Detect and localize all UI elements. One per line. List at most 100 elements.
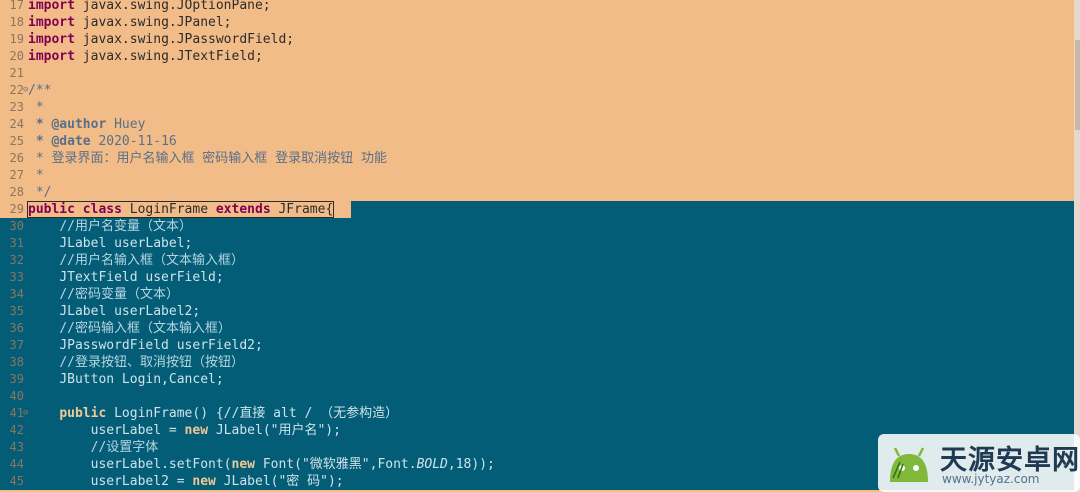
code-line[interactable]: 40	[0, 388, 1076, 405]
code-text: * @author Huey	[28, 116, 146, 133]
keyword-import: import	[28, 49, 75, 64]
code-line[interactable]: 24 * @author Huey	[0, 116, 1076, 133]
line-number: 29	[9, 202, 24, 216]
code-line[interactable]: 35 JLabel userLabel2;	[0, 303, 1076, 320]
line-number: 21	[9, 66, 24, 80]
code-text: //用户名变量（文本）	[28, 218, 192, 235]
font-constant: BOLD	[416, 457, 448, 472]
keyword-class: class	[82, 202, 122, 217]
code-text: JPasswordField userField2;	[28, 337, 263, 354]
import-path: javax.swing.JTextField;	[82, 49, 263, 64]
code-text: import javax.swing.JOptionPane;	[28, 0, 271, 14]
code-line[interactable]: 22 ⊖/**	[0, 82, 1076, 99]
code-line[interactable]: 34 //密码变量（文本）	[0, 286, 1076, 303]
line-number: 38	[9, 355, 24, 369]
font-args-end: ,18));	[447, 457, 495, 472]
javadoc-tag: * @date	[28, 134, 91, 149]
code-text: //密码输入框（文本输入框）	[28, 320, 231, 337]
superclass-name: JFrame{	[270, 202, 334, 217]
line-number: 41	[9, 406, 24, 420]
code-text: import javax.swing.JPanel;	[28, 14, 232, 31]
line-number: 28	[9, 185, 24, 199]
code-line[interactable]: 17 import javax.swing.JOptionPane;	[0, 0, 1076, 14]
code-text: *	[28, 167, 44, 184]
code-text: //登录按钮、取消按钮（按钮）	[28, 354, 244, 371]
line-number: 25	[9, 134, 24, 148]
import-path: javax.swing.JPasswordField;	[82, 32, 295, 47]
javadoc-text: */	[28, 185, 52, 200]
code-text: import javax.swing.JPasswordField;	[28, 31, 294, 48]
keyword-public: public	[59, 406, 107, 421]
watermark: 天源安卓网 www.jytyaz.com	[878, 434, 1080, 492]
javadoc-text: /**	[28, 83, 52, 98]
code-line[interactable]: 39 JButton Login,Cancel;	[0, 371, 1076, 388]
code-line[interactable]: 33 JTextField userField;	[0, 269, 1076, 286]
line-number: 32	[9, 253, 24, 267]
code-text: import javax.swing.JTextField;	[28, 48, 263, 65]
code-text: JTextField userField;	[28, 269, 223, 286]
code-line[interactable]: 23 *	[0, 99, 1076, 116]
line-number: 40	[9, 389, 24, 403]
line-number: 26	[9, 151, 24, 165]
code-text: JLabel userLabel2;	[28, 303, 200, 320]
code-line[interactable]: 18 import javax.swing.JPanel;	[0, 14, 1076, 31]
code-text: //设置字体	[28, 439, 159, 456]
keyword-extends: extends	[215, 202, 271, 217]
code-line[interactable]: 41 ⊖ public LoginFrame() {//直接 alt / （无参构…	[0, 405, 1076, 422]
line-number: 30	[9, 219, 24, 233]
javadoc-text: 2020-11-16	[90, 134, 177, 149]
import-path: javax.swing.JOptionPane;	[82, 0, 271, 13]
keyword-import: import	[28, 32, 75, 47]
code-line[interactable]: 26 * 登录界面：用户名输入框 密码输入框 登录取消按钮 功能	[0, 150, 1076, 167]
code-line[interactable]: 21	[0, 65, 1076, 82]
selected-class-declaration: public class LoginFrame extends JFrame{	[26, 201, 335, 218]
method-call: userLabel.setFont(	[90, 457, 232, 472]
line-number: 44	[9, 457, 24, 471]
code-line[interactable]: 36 //密码输入框（文本输入框）	[0, 320, 1076, 337]
code-line[interactable]: 19 import javax.swing.JPasswordField;	[0, 31, 1076, 48]
keyword-new: new	[192, 474, 216, 489]
keyword-public: public	[28, 202, 75, 217]
code-line[interactable]: 30 //用户名变量（文本）	[0, 218, 1076, 235]
code-text: userLabel = new JLabel("用户名");	[28, 422, 341, 439]
class-name: LoginFrame	[121, 202, 216, 217]
code-text: userLabel2 = new JLabel("密 码");	[28, 473, 344, 490]
line-number: 17	[9, 0, 24, 12]
line-number: 23	[9, 100, 24, 114]
line-number: 36	[9, 321, 24, 335]
line-number: 43	[9, 440, 24, 454]
code-text: public class LoginFrame extends JFrame{	[26, 201, 335, 218]
code-comment: //密码变量（文本）	[59, 287, 179, 302]
code-text: JLabel userLabel;	[28, 235, 192, 252]
code-line[interactable]: 27 *	[0, 167, 1076, 184]
code-text: JButton Login,Cancel;	[28, 371, 223, 388]
constructor-call: JLabel("用户名");	[208, 423, 341, 438]
line-number: 20	[9, 49, 24, 63]
code-line[interactable]: 37 JPasswordField userField2;	[0, 337, 1076, 354]
code-line[interactable]: 28 */	[0, 184, 1076, 201]
code-text: //密码变量（文本）	[28, 286, 179, 303]
javadoc-text: * 登录界面：用户名输入框 密码输入框 登录取消按钮 功能	[28, 151, 387, 166]
keyword-new: new	[184, 423, 209, 438]
code-comment: //用户名变量（文本）	[59, 219, 192, 234]
code-line[interactable]: 20 import javax.swing.JTextField;	[0, 48, 1076, 65]
constructor-declaration: LoginFrame() {//直接 alt / （无参构造）	[106, 406, 399, 421]
code-line[interactable]: 31 JLabel userLabel;	[0, 235, 1076, 252]
line-number: 31	[9, 236, 24, 250]
line-number: 42	[9, 423, 24, 437]
keyword-new: new	[231, 457, 255, 472]
line-number: 45	[9, 474, 24, 488]
line-number: 37	[9, 338, 24, 352]
code-line[interactable]: 32 //用户名输入框（文本输入框）	[0, 252, 1076, 269]
keyword-import: import	[28, 15, 75, 30]
scrollbar-thumb[interactable]	[1075, 40, 1080, 130]
field-declaration: JLabel userLabel;	[59, 236, 193, 251]
code-line[interactable]: 25 * @date 2020-11-16	[0, 133, 1076, 150]
font-args: Font("微软雅黑",Font.	[255, 457, 417, 472]
keyword-import: import	[28, 0, 75, 13]
code-line[interactable]: 29 public class LoginFrame extends JFrame…	[0, 201, 1076, 218]
line-number: 24	[9, 117, 24, 131]
code-line[interactable]: 38 //登录按钮、取消按钮（按钮）	[0, 354, 1076, 371]
code-editor[interactable]: 17 import javax.swing.JOptionPane; 18 impor…	[0, 0, 1080, 492]
assignment-target: userLabel2 =	[90, 474, 193, 489]
